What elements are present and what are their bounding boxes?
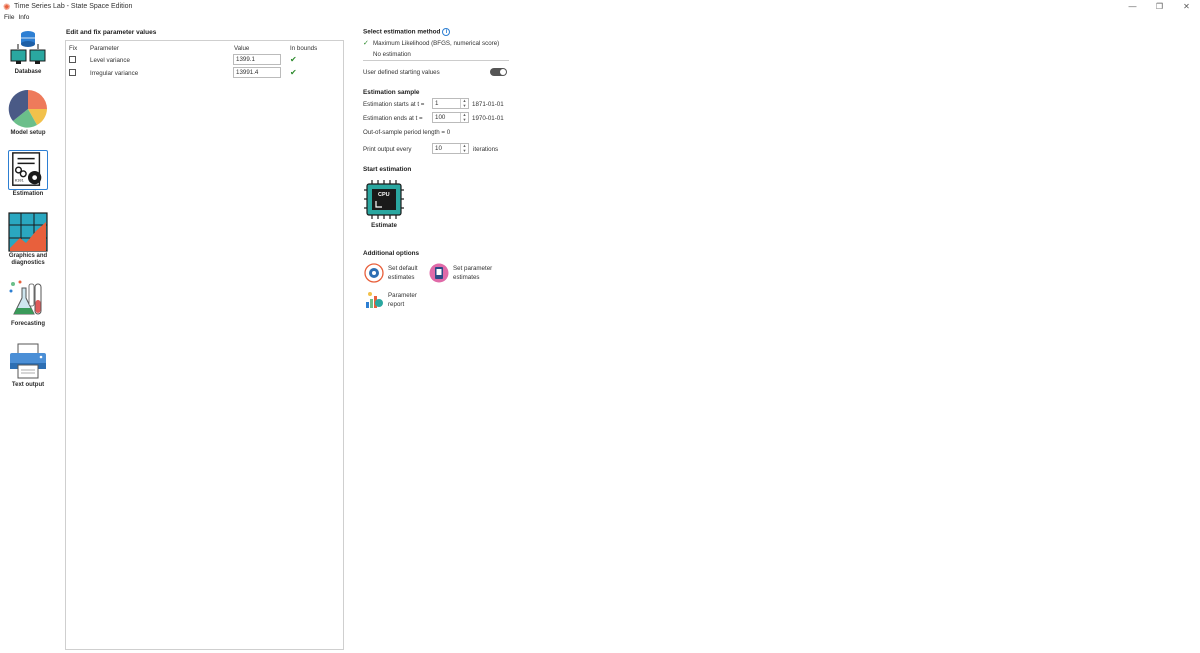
start-date: 1871-01-01: [472, 101, 504, 108]
stepper-down-icon[interactable]: ▼: [461, 117, 468, 123]
set-parameter-label: Set parameter estimates: [453, 265, 493, 281]
end-stepper[interactable]: ▲▼: [432, 112, 469, 123]
parameter-name: Irregular variance: [90, 70, 139, 77]
set-default-label: Set default estimates: [388, 265, 418, 281]
sidebar-item-forecasting[interactable]: Forecasting: [6, 280, 50, 328]
in-bounds-check-icon: ✔: [290, 55, 297, 64]
estimation-gears-icon: 0101: [8, 150, 48, 190]
print-stepper[interactable]: ▲▼: [432, 143, 469, 154]
col-header-value: Value: [234, 45, 250, 52]
sidebar-item-model-setup[interactable]: Model setup: [6, 89, 50, 137]
cpu-chip-text: CPU: [378, 192, 390, 198]
start-stepper[interactable]: ▲▼: [432, 98, 469, 109]
parameter-name: Level variance: [90, 57, 130, 64]
sidebar-item-label: Model setup: [10, 130, 46, 136]
sidebar-item-database[interactable]: Database: [6, 28, 50, 76]
method-option-ml[interactable]: ✓ Maximum Likelihood (BFGS, numerical sc…: [363, 38, 509, 49]
col-header-in-bounds: In bounds: [290, 45, 318, 52]
start-estimation-title: Start estimation: [363, 166, 412, 173]
window-controls: — ❐ ✕: [1119, 0, 1200, 13]
oos-label: Out-of-sample period length = 0: [363, 129, 451, 136]
sidebar-item-text-output[interactable]: Text output: [6, 341, 50, 389]
params-panel: Fix Parameter Value In bounds Level vari…: [65, 40, 344, 650]
additional-options-title: Additional options: [363, 250, 420, 257]
pie-chart-icon: [8, 89, 48, 129]
stepper-arrows[interactable]: ▲ ▼: [460, 99, 468, 108]
close-button[interactable]: ✕: [1173, 0, 1200, 13]
svg-text:0101: 0101: [15, 179, 25, 183]
app-logo-icon: ✺: [3, 1, 11, 12]
col-header-parameter: Parameter: [90, 45, 119, 52]
col-header-fix: Fix: [69, 45, 78, 52]
method-title: Select estimation method: [363, 28, 441, 36]
fix-checkbox[interactable]: [69, 56, 76, 63]
menu-info[interactable]: Info: [18, 13, 29, 22]
estimate-button[interactable]: CPU Estimate: [364, 180, 404, 229]
stepper-arrows[interactable]: ▲ ▼: [460, 113, 468, 122]
parameter-report-label: Parameter report: [388, 292, 417, 308]
graphics-icon: [8, 212, 48, 252]
method-section-title: Select estimation method i: [363, 28, 451, 36]
sidebar-item-label: Text output: [11, 382, 45, 388]
method-option-label: Maximum Likelihood (BFGS, numerical scor…: [373, 40, 500, 47]
iterations-label: iterations: [473, 146, 499, 153]
sidebar-item-label: Forecasting: [10, 321, 45, 327]
report-icon: [366, 292, 383, 308]
table-row: Level variance 1399.1 ✔: [66, 54, 343, 67]
restore-button[interactable]: ❐: [1146, 0, 1173, 13]
sidebar-item-estimation[interactable]: 0101 Estimation: [6, 150, 50, 198]
stepper-arrows[interactable]: ▲ ▼: [460, 144, 468, 153]
window-title: Time Series Lab - State Space Edition: [14, 3, 133, 10]
end-date: 1970-01-01: [472, 115, 504, 122]
selected-check-icon: ✓: [363, 40, 369, 47]
minimize-button[interactable]: —: [1119, 0, 1146, 13]
stepper-down-icon[interactable]: ▼: [461, 103, 468, 109]
menu-bar: File Info: [0, 13, 29, 22]
printer-icon: [8, 341, 48, 381]
method-list: ✓ Maximum Likelihood (BFGS, numerical sc…: [363, 38, 509, 61]
in-bounds-check-icon: ✔: [290, 68, 297, 77]
end-input[interactable]: [433, 113, 460, 122]
info-icon[interactable]: i: [442, 28, 451, 36]
end-label: Estimation ends at t =: [363, 115, 423, 122]
reset-gear-icon: [364, 263, 384, 283]
forecasting-flask-icon: [8, 280, 48, 320]
params-title: Edit and fix parameter values: [66, 29, 157, 36]
sample-title: Estimation sample: [363, 89, 420, 96]
stepper-down-icon[interactable]: ▼: [461, 148, 468, 154]
parameter-value-input[interactable]: 13991.4: [233, 67, 281, 78]
set-parameter-estimates-button[interactable]: Set parameter estimates: [429, 263, 499, 283]
table-row: Irregular variance 13991.4 ✔: [66, 67, 343, 80]
print-input[interactable]: [433, 144, 460, 153]
edit-parameter-icon: [429, 263, 449, 283]
sidebar-item-label: Database: [14, 69, 42, 75]
sidebar-item-graphics[interactable]: Graphics and diagnostics: [6, 212, 50, 267]
sidebar-item-label: Estimation: [12, 191, 44, 197]
parameter-report-button[interactable]: Parameter report: [364, 290, 434, 310]
method-option-none[interactable]: No estimation: [363, 49, 509, 60]
set-default-estimates-button[interactable]: Set default estimates: [364, 263, 434, 283]
user-defined-label: User defined starting values: [363, 69, 440, 76]
title-bar: ✺ Time Series Lab - State Space Edition …: [0, 0, 1200, 13]
cpu-icon: CPU: [364, 180, 404, 219]
menu-file[interactable]: File: [4, 13, 14, 22]
start-input[interactable]: [433, 99, 460, 108]
method-option-label: No estimation: [373, 51, 411, 58]
parameter-value-input[interactable]: 1399.1: [233, 54, 281, 65]
database-icon: [8, 28, 48, 68]
sidebar-item-label: Graphics and diagnostics: [8, 253, 48, 266]
fix-checkbox[interactable]: [69, 69, 76, 76]
user-defined-toggle[interactable]: [490, 68, 507, 76]
estimate-button-label: Estimate: [371, 222, 397, 229]
print-label: Print output every: [363, 146, 412, 153]
start-label: Estimation starts at t =: [363, 101, 425, 108]
